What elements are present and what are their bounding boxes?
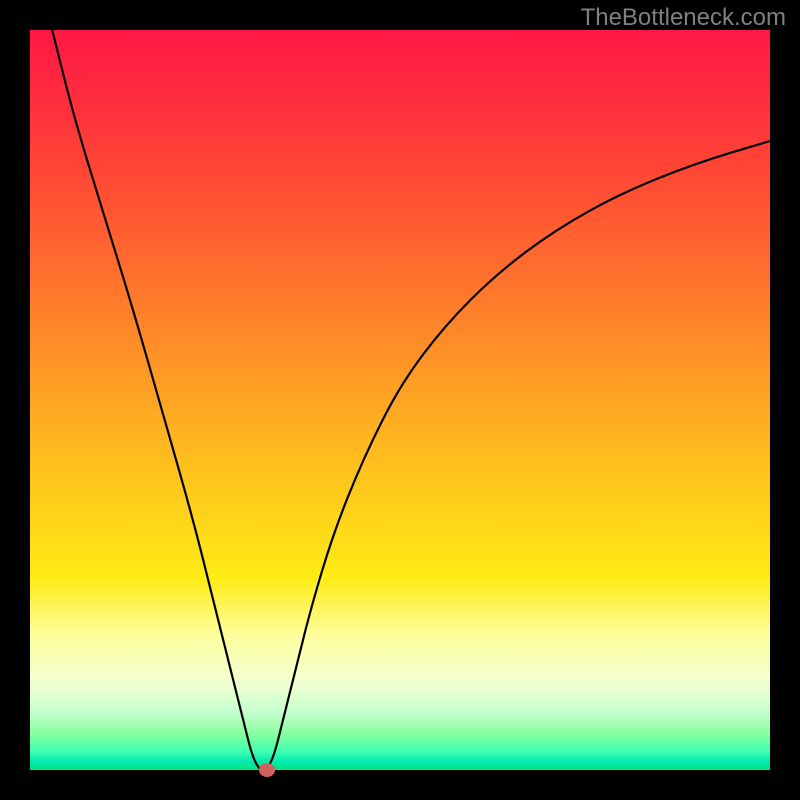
chart-container: TheBottleneck.com xyxy=(0,0,800,800)
attribution-text: TheBottleneck.com xyxy=(581,4,786,32)
bottleneck-curve xyxy=(30,30,770,770)
plot-area xyxy=(30,30,770,770)
optimal-point-marker xyxy=(259,763,275,777)
curve-path xyxy=(52,30,770,770)
